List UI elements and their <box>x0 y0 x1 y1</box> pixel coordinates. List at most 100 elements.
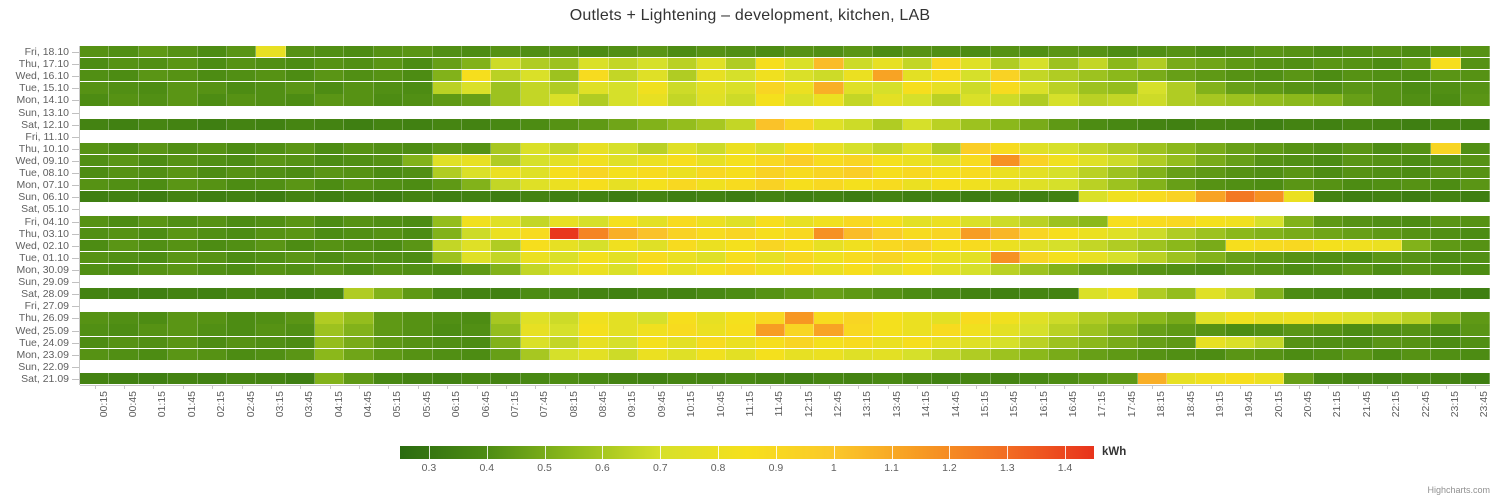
heatmap-cell[interactable] <box>1078 300 1109 312</box>
heatmap-cell[interactable] <box>1137 263 1167 276</box>
heatmap-cell[interactable] <box>1313 312 1344 324</box>
heatmap-cell[interactable] <box>608 46 639 58</box>
heatmap-cell[interactable] <box>168 130 198 142</box>
heatmap-cell[interactable] <box>373 203 404 215</box>
heatmap-cell[interactable] <box>726 239 756 251</box>
heatmap-cell[interactable] <box>696 239 727 251</box>
heatmap-cell[interactable] <box>931 239 962 251</box>
heatmap-cell[interactable] <box>608 154 639 167</box>
heatmap-cell[interactable] <box>755 324 785 336</box>
heatmap-cell[interactable] <box>461 203 492 215</box>
heatmap-cell[interactable] <box>1431 372 1461 385</box>
heatmap-cell[interactable] <box>403 227 433 239</box>
heatmap-cell[interactable] <box>667 372 697 385</box>
heatmap-cell[interactable] <box>550 372 580 385</box>
heatmap-cell[interactable] <box>1431 263 1461 276</box>
heatmap-cell[interactable] <box>1078 348 1109 360</box>
heatmap-cell[interactable] <box>1343 312 1373 324</box>
heatmap-cell[interactable] <box>814 276 844 288</box>
heatmap-cell[interactable] <box>873 227 903 239</box>
heatmap-cell[interactable] <box>1137 276 1167 288</box>
heatmap-cell[interactable] <box>1049 179 1079 191</box>
heatmap-cell[interactable] <box>109 215 139 227</box>
heatmap-cell[interactable] <box>608 215 639 227</box>
heatmap-cell[interactable] <box>285 276 315 288</box>
heatmap-cell[interactable] <box>432 191 462 203</box>
heatmap-cell[interactable] <box>168 239 198 251</box>
heatmap-cell[interactable] <box>843 106 874 118</box>
heatmap-cell[interactable] <box>961 276 991 288</box>
heatmap-cell[interactable] <box>1460 167 1490 179</box>
heatmap-cell[interactable] <box>1372 348 1402 360</box>
heatmap-cell[interactable] <box>373 142 404 155</box>
heatmap-cell[interactable] <box>873 130 903 142</box>
heatmap-cell[interactable] <box>550 227 580 239</box>
heatmap-cell[interactable] <box>1137 130 1167 142</box>
heatmap-cell[interactable] <box>1255 215 1285 227</box>
heatmap-cell[interactable] <box>315 348 345 360</box>
heatmap-cell[interactable] <box>403 191 433 203</box>
heatmap-cell[interactable] <box>667 130 697 142</box>
heatmap-cell[interactable] <box>814 239 844 251</box>
heatmap-cell[interactable] <box>843 154 874 167</box>
heatmap-cell[interactable] <box>1343 324 1373 336</box>
heatmap-cell[interactable] <box>579 58 609 70</box>
heatmap-cell[interactable] <box>1255 300 1285 312</box>
heatmap-cell[interactable] <box>1049 130 1079 142</box>
heatmap-cell[interactable] <box>785 227 815 239</box>
heatmap-cell[interactable] <box>961 118 991 130</box>
heatmap-cell[interactable] <box>168 191 198 203</box>
heatmap-cell[interactable] <box>785 288 815 300</box>
heatmap-cell[interactable] <box>608 191 639 203</box>
heatmap-cell[interactable] <box>1166 372 1197 385</box>
heatmap-cell[interactable] <box>256 276 286 288</box>
heatmap-cell[interactable] <box>1372 82 1402 94</box>
heatmap-cell[interactable] <box>726 46 756 58</box>
heatmap-cell[interactable] <box>696 142 727 155</box>
heatmap-cell[interactable] <box>726 263 756 276</box>
heatmap-cell[interactable] <box>197 215 227 227</box>
heatmap-cell[interactable] <box>80 312 110 324</box>
heatmap-cell[interactable] <box>491 142 521 155</box>
heatmap-cell[interactable] <box>990 300 1020 312</box>
heatmap-cell[interactable] <box>843 118 874 130</box>
heatmap-cell[interactable] <box>344 288 374 300</box>
heatmap-cell[interactable] <box>961 203 991 215</box>
heatmap-cell[interactable] <box>843 288 874 300</box>
heatmap-cell[interactable] <box>1166 70 1197 82</box>
heatmap-cell[interactable] <box>1313 251 1344 264</box>
heatmap-cell[interactable] <box>579 360 609 372</box>
heatmap-cell[interactable] <box>1313 82 1344 94</box>
heatmap-cell[interactable] <box>931 191 962 203</box>
heatmap-cell[interactable] <box>1313 360 1344 372</box>
heatmap-cell[interactable] <box>579 82 609 94</box>
heatmap-cell[interactable] <box>1049 288 1079 300</box>
heatmap-cell[interactable] <box>1431 46 1461 58</box>
heatmap-cell[interactable] <box>785 94 815 106</box>
heatmap-cell[interactable] <box>1020 239 1050 251</box>
heatmap-cell[interactable] <box>432 288 462 300</box>
heatmap-cell[interactable] <box>197 203 227 215</box>
heatmap-cell[interactable] <box>1372 227 1402 239</box>
heatmap-cell[interactable] <box>726 179 756 191</box>
heatmap-cell[interactable] <box>1284 288 1314 300</box>
heatmap-cell[interactable] <box>109 167 139 179</box>
heatmap-cell[interactable] <box>256 142 286 155</box>
heatmap-cell[interactable] <box>1372 106 1402 118</box>
heatmap-cell[interactable] <box>315 263 345 276</box>
heatmap-cell[interactable] <box>80 130 110 142</box>
heatmap-cell[interactable] <box>961 372 991 385</box>
heatmap-cell[interactable] <box>1137 154 1167 167</box>
heatmap-cell[interactable] <box>520 203 550 215</box>
heatmap-cell[interactable] <box>226 118 257 130</box>
heatmap-cell[interactable] <box>491 179 521 191</box>
heatmap-cell[interactable] <box>755 239 785 251</box>
heatmap-cell[interactable] <box>638 288 668 300</box>
heatmap-cell[interactable] <box>873 348 903 360</box>
heatmap-cell[interactable] <box>285 82 315 94</box>
heatmap-cell[interactable] <box>696 215 727 227</box>
heatmap-cell[interactable] <box>226 179 257 191</box>
heatmap-cell[interactable] <box>80 215 110 227</box>
heatmap-cell[interactable] <box>902 336 932 348</box>
heatmap-cell[interactable] <box>138 312 169 324</box>
